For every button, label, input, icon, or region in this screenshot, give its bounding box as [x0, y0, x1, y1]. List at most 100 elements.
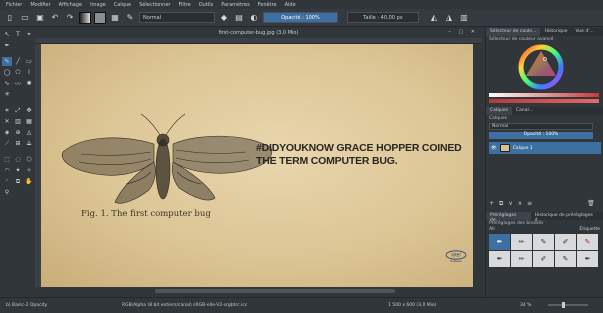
saturation-bar[interactable]	[489, 99, 599, 103]
hue-bar[interactable]	[489, 93, 599, 97]
move-layer-down-icon[interactable]: ∨	[508, 200, 512, 208]
redo-icon[interactable]: ↷	[64, 12, 76, 24]
perspective-tool-icon[interactable]: ⟁	[24, 139, 34, 148]
brush-preset[interactable]: ✎	[555, 251, 576, 267]
horizontal-scrollbar[interactable]	[35, 287, 482, 295]
polyline-tool-icon[interactable]: ⌇	[24, 68, 34, 77]
erase-mode-icon[interactable]: ◆	[218, 12, 230, 24]
new-document-icon[interactable]: ▯	[4, 12, 16, 24]
polygon-select-icon[interactable]: ⬡	[24, 155, 34, 164]
horizontal-scroll-thumb[interactable]	[155, 289, 395, 293]
bezier-select-icon[interactable]: ◜	[2, 177, 12, 186]
tab-preset-history[interactable]: Historique de préréglages d…	[531, 212, 603, 223]
mirror-horizontal-icon[interactable]: ◭	[428, 12, 440, 24]
brush-outline-icon[interactable]: ◐	[248, 12, 260, 24]
undo-icon[interactable]: ↶	[49, 12, 61, 24]
edit-shapes-icon[interactable]: ⌖	[24, 30, 34, 39]
rect-select-icon[interactable]: ⬚	[2, 155, 12, 164]
polygon-tool-icon[interactable]: ⬠	[13, 68, 23, 77]
contiguous-select-icon[interactable]: ✦	[13, 166, 23, 175]
dynamic-brush-icon[interactable]: ✺	[24, 79, 34, 88]
crop-tool-icon[interactable]: ⌗	[2, 106, 12, 115]
zoom-slider[interactable]	[548, 304, 588, 306]
calligraphy-icon[interactable]: ✒	[2, 41, 12, 50]
vertical-scrollbar[interactable]	[473, 44, 482, 287]
bezier-tool-icon[interactable]: ∿	[2, 79, 12, 88]
colorize-mask-icon[interactable]: ▦	[24, 117, 34, 126]
save-icon[interactable]: ▣	[34, 12, 46, 24]
assistant-tool-icon[interactable]: ✕	[2, 117, 12, 126]
text-tool-icon[interactable]: T	[13, 30, 23, 39]
brush-preset[interactable]: ✐	[533, 251, 554, 267]
freehand-select-icon[interactable]: ◠	[2, 166, 12, 175]
menu-settings[interactable]: Paramètres	[221, 2, 250, 8]
menu-view[interactable]: Affichage	[59, 2, 83, 8]
brush-preset[interactable]: ✏	[511, 234, 532, 250]
status-zoom[interactable]: 34 %	[520, 303, 531, 308]
menu-layer[interactable]: Calque	[114, 2, 131, 8]
ellipse-tool-icon[interactable]: ◯	[2, 68, 12, 77]
presets-tag-select[interactable]: Étiquette	[579, 227, 600, 232]
freehand-path-icon[interactable]: 〰	[13, 79, 23, 88]
similar-select-icon[interactable]: ✧	[24, 166, 34, 175]
move-layer-up-icon[interactable]: ∧	[518, 200, 522, 208]
menu-help[interactable]: Aide	[285, 2, 296, 8]
move-tool-icon[interactable]: ✥	[24, 106, 34, 115]
brush-preset[interactable]: ✎	[533, 234, 554, 250]
layer-name[interactable]: Calque 1	[513, 146, 533, 151]
multibrush-icon[interactable]: ✳	[2, 90, 12, 99]
ellipse-select-icon[interactable]: ◌	[13, 155, 23, 164]
brush-preset[interactable]: ✏	[511, 251, 532, 267]
duplicate-layer-icon[interactable]: ⧉	[499, 200, 503, 208]
eye-icon[interactable]: 👁	[491, 146, 497, 151]
color-wheel[interactable]	[486, 43, 603, 95]
blend-mode-select[interactable]: Normal	[139, 12, 215, 23]
delete-layer-icon[interactable]: 🗑	[587, 200, 595, 208]
preserve-alpha-icon[interactable]: ▤	[233, 12, 245, 24]
advanced-color-selector[interactable]	[486, 43, 603, 105]
opacity-slider[interactable]: Opacité : 100%	[263, 12, 338, 23]
menu-window[interactable]: Fenêtre	[258, 2, 277, 8]
tab-overview[interactable]: Vue d'…	[572, 28, 598, 36]
size-slider[interactable]: Taille : 40,00 px	[347, 12, 419, 23]
tab-layers[interactable]: Calques	[486, 107, 512, 115]
brush-preset[interactable]: ✒	[577, 251, 598, 267]
hand-tool-icon[interactable]: ✋	[24, 177, 34, 186]
measure-tool-icon[interactable]: ⟋	[2, 139, 12, 148]
select-shapes-icon[interactable]: ↖	[2, 30, 12, 39]
tab-history[interactable]: Historique	[540, 28, 571, 36]
mirror-vertical-icon[interactable]: ◮	[443, 12, 455, 24]
layer-properties-icon[interactable]: ≡	[527, 200, 532, 208]
menu-select[interactable]: Sélectionner	[139, 2, 170, 8]
brush-preset[interactable]: ✎	[577, 234, 598, 250]
image-canvas[interactable]: Fig. 1. The first computer bug #DIDYOUKN…	[41, 44, 473, 287]
open-document-icon[interactable]: ▭	[19, 12, 31, 24]
brush-preset[interactable]: ✒	[489, 251, 510, 267]
fill-icon[interactable]: ▦	[109, 12, 121, 24]
zoom-tool-icon[interactable]: ⚲	[2, 188, 12, 197]
brush-preset[interactable]: ✐	[555, 234, 576, 250]
workspace-icon[interactable]: ▥	[458, 12, 470, 24]
presets-filter-select[interactable]: All	[489, 227, 495, 232]
pattern-swatch[interactable]	[94, 11, 106, 24]
magnetic-select-icon[interactable]: ⧉	[13, 177, 23, 186]
tab-color-selector[interactable]: Sélecteur de coule…	[486, 28, 541, 36]
gradient-swatch[interactable]	[79, 11, 91, 24]
menu-file[interactable]: Fichier	[6, 2, 22, 8]
gradient-tool-icon[interactable]: ▥	[13, 117, 23, 126]
tab-channels[interactable]: Canal…	[512, 107, 537, 115]
brush-preset[interactable]: ✒	[489, 234, 510, 250]
add-layer-icon[interactable]: +	[489, 200, 494, 208]
menu-image[interactable]: Image	[90, 2, 106, 8]
rectangle-tool-icon[interactable]: ▭	[24, 57, 34, 66]
layer-blend-select[interactable]: Normal	[489, 123, 593, 130]
tab-brush-presets[interactable]: Préréglages de…	[486, 212, 531, 223]
layer-row[interactable]: 👁 Calque 1	[489, 142, 601, 154]
line-tool-icon[interactable]: ╱	[13, 57, 23, 66]
layer-opacity-slider[interactable]: Opacité : 100%	[489, 132, 593, 139]
smart-patch-icon[interactable]: ⊕	[13, 128, 23, 137]
menu-edit[interactable]: Modifier	[30, 2, 50, 8]
fill-tool-icon[interactable]: ◈	[2, 128, 12, 137]
window-controls[interactable]: – ▢ ✕	[448, 29, 478, 35]
brush-preset-icon[interactable]: ✎	[124, 12, 136, 24]
